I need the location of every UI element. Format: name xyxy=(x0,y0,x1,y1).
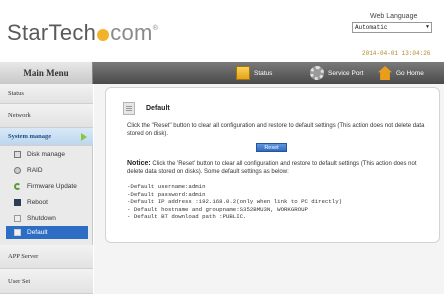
sidebar-item-status[interactable]: Status xyxy=(0,84,93,104)
default-setting-line: - Default BT download path :PUBLIC. xyxy=(127,213,247,220)
notice-label: Notice: xyxy=(127,160,151,167)
expand-arrow-icon xyxy=(81,133,87,141)
logo-dot-icon xyxy=(97,29,110,41)
main-content: Default Click the "Reset" button to clea… xyxy=(94,84,444,294)
sidebar-item-network[interactable]: Network xyxy=(0,104,93,128)
submenu-default-label: Default xyxy=(27,229,48,236)
submenu-raid-label: RAID xyxy=(27,166,43,174)
notice-body: Click the 'Reset' button to clear all co… xyxy=(127,161,417,175)
submenu-disk-manage-label: Disk manage xyxy=(27,150,65,158)
default-setting-line: -Default username:admin xyxy=(127,183,206,190)
language-label: Web Language xyxy=(370,13,418,20)
service-port-nav-label: Service Port xyxy=(328,69,364,77)
reboot-icon xyxy=(14,198,21,206)
default-setting-line: -Default password:admin xyxy=(127,190,206,198)
reset-button[interactable]: Reset xyxy=(256,143,287,152)
top-nav-bar: Main Menu Status Service Port Go Home xyxy=(0,62,444,84)
sidebar: Status Network System manage Disk manage… xyxy=(0,84,93,294)
submenu-default[interactable]: Default xyxy=(6,226,88,239)
default-setting-line: - Default hostname and groupname:S352BMU… xyxy=(127,205,308,213)
default-panel: Default Click the "Reset" button to clea… xyxy=(105,87,440,243)
default-icon xyxy=(14,229,21,236)
submenu-firmware-update-label: Firmware Update xyxy=(27,182,77,190)
panel-description: Click the "Reset" button to clear all co… xyxy=(127,123,425,137)
dropdown-arrow-icon: ▼ xyxy=(425,24,429,30)
sidebar-item-system-manage[interactable]: System manage xyxy=(0,128,93,146)
sidebar-item-user-set[interactable]: User Set xyxy=(0,269,93,294)
startech-logo: StarTech com® xyxy=(7,20,158,46)
logo-registered-mark: ® xyxy=(152,25,159,32)
datetime-display: 2014-04-01 13:04:26 xyxy=(362,50,431,57)
refresh-icon xyxy=(14,182,21,190)
submenu-reboot[interactable]: Reboot xyxy=(0,194,93,210)
submenu-raid[interactable]: RAID xyxy=(0,162,93,178)
home-icon xyxy=(378,66,392,80)
submenu-shutdown-label: Shutdown xyxy=(27,214,56,222)
submenu-reboot-label: Reboot xyxy=(27,198,48,206)
language-select[interactable]: Automatic ▼ xyxy=(352,22,432,33)
main-menu-title: Main Menu xyxy=(0,62,93,84)
status-icon xyxy=(236,66,250,80)
notice-text: Notice: Click the 'Reset' button to clea… xyxy=(127,160,433,176)
go-home-nav-button[interactable]: Go Home xyxy=(378,64,424,82)
disk-icon xyxy=(14,150,21,158)
default-settings-list: -Default username:admin -Default passwor… xyxy=(127,183,427,221)
service-port-nav-button[interactable]: Service Port xyxy=(310,64,363,82)
document-icon xyxy=(123,102,135,115)
panel-title: Default xyxy=(146,105,170,112)
language-select-value: Automatic xyxy=(355,24,388,31)
submenu-firmware-update[interactable]: Firmware Update xyxy=(0,178,93,194)
logo-tld-text: com xyxy=(110,20,153,45)
default-setting-line: -Default IP address :192.168.0.2(only wh… xyxy=(127,198,343,205)
raid-icon xyxy=(14,166,21,174)
sidebar-item-system-manage-label: System manage xyxy=(8,133,52,140)
go-home-nav-label: Go Home xyxy=(396,69,424,77)
status-nav-button[interactable]: Status xyxy=(236,64,272,82)
gear-icon xyxy=(310,66,324,80)
status-nav-label: Status xyxy=(254,69,273,77)
shutdown-icon xyxy=(14,214,21,222)
submenu-shutdown[interactable]: Shutdown xyxy=(0,210,93,226)
sidebar-item-app-server[interactable]: APP Server xyxy=(0,245,93,269)
submenu-disk-manage[interactable]: Disk manage xyxy=(0,146,93,162)
logo-main-text: StarTech xyxy=(7,20,97,45)
header: StarTech com® Web Language Automatic ▼ 20… xyxy=(0,0,444,62)
